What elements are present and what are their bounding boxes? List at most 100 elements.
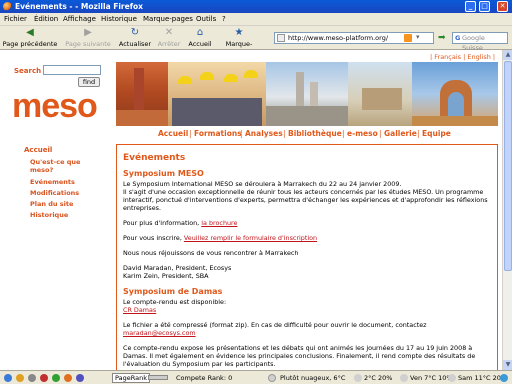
contact-email-link[interactable]: maradan@ecosys.com	[123, 329, 196, 337]
topnav-separator: |	[240, 129, 243, 138]
menu-historique[interactable]: Historique	[101, 15, 137, 23]
status-bar: PageRank Compete Rank: 0 Plutôt nuageux,…	[0, 370, 512, 384]
meso-logo: meso	[12, 87, 98, 125]
sidebar-head-accueil[interactable]: Accueil	[24, 146, 52, 154]
topnav-formations[interactable]: Formations	[194, 129, 242, 138]
signatures: David Maradan, President, Ecosys Karim Z…	[123, 264, 491, 280]
favicon-icon	[277, 34, 285, 42]
sidebar-item-quest-ce-que-meso[interactable]: Qu'est-ce que meso?	[30, 158, 88, 174]
paragraph: Le compte-rendu est disponible:	[123, 298, 227, 306]
topnav-bibliotheque[interactable]: Bibliothèque	[288, 129, 342, 138]
status-addon-icon	[16, 374, 24, 382]
brochure-link[interactable]: la brochure	[201, 219, 237, 227]
weather-forecast-1[interactable]: 2°C 20%	[364, 374, 392, 382]
weather-cloud-icon	[268, 374, 276, 382]
signature-line: Karim Zein, President, SBA	[123, 272, 209, 280]
home-label: Accueil	[188, 40, 212, 48]
forward-arrow-icon: ▶	[84, 27, 92, 38]
topnav-gallerie[interactable]: Gallerie	[384, 129, 417, 138]
menu-outils[interactable]: Outils	[196, 15, 216, 23]
scroll-down-icon[interactable]: ▼	[503, 360, 512, 370]
paragraph: Nous nous réjouissons de vous rencontrer…	[123, 249, 299, 257]
pagerank-badge[interactable]: PageRank	[112, 373, 150, 383]
rss-feed-icon[interactable]	[404, 34, 412, 42]
go-icon[interactable]: ➡	[438, 33, 448, 43]
home-icon: ⌂	[196, 27, 204, 38]
maximize-button[interactable]: □	[479, 1, 490, 12]
signature-line: David Maradan, President, Ecosys	[123, 264, 232, 272]
status-addon-icon	[40, 374, 48, 382]
stop-button[interactable]: ✕ Arrêter	[155, 27, 183, 48]
banner-photo-workers	[168, 62, 266, 126]
status-addon-icon	[76, 374, 84, 382]
stop-label: Arrêter	[157, 40, 181, 48]
topnav-equipe[interactable]: Equipe	[422, 129, 451, 138]
topnav-separator: |	[283, 129, 286, 138]
scroll-thumb[interactable]	[504, 61, 512, 271]
minimize-button[interactable]: _	[465, 1, 476, 12]
status-globe-icon	[4, 374, 12, 382]
close-button[interactable]: ✕	[497, 1, 508, 12]
site-search-input[interactable]	[43, 65, 101, 75]
status-addon-icon	[64, 374, 72, 382]
page-title: Evénements	[123, 153, 186, 163]
vertical-scrollbar[interactable]: ▲ ▼	[502, 50, 512, 370]
topnav-separator: |	[342, 129, 345, 138]
back-label: Page précédente	[2, 40, 58, 48]
search-label: Search	[14, 67, 42, 75]
topnav-e-meso[interactable]: e-meso	[347, 129, 378, 138]
forward-label: Page suivante	[65, 40, 111, 48]
home-button[interactable]: ⌂ Accueil	[186, 27, 214, 48]
topnav-separator: |	[417, 129, 420, 138]
menubar: Fichier Édition Affichage Historique Mar…	[0, 13, 512, 26]
forward-button[interactable]: ▶ Page suivante	[62, 27, 114, 48]
topnav-accueil[interactable]: Accueil	[158, 129, 188, 138]
weather-icon	[354, 374, 362, 382]
weather-current[interactable]: Plutôt nuageux, 6°C	[280, 374, 345, 382]
menu-affichage[interactable]: Affichage	[63, 15, 96, 23]
weather-icon	[448, 374, 456, 382]
sidebar-item-historique[interactable]: Historique	[30, 211, 68, 219]
menu-edition[interactable]: Édition	[34, 15, 58, 23]
find-button[interactable]: find	[78, 77, 100, 87]
status-tray-icon	[500, 374, 508, 382]
banner-photos	[116, 62, 498, 126]
sidebar-item-evenements[interactable]: Evénements	[30, 178, 75, 186]
weather-forecast-2[interactable]: Ven 7°C 10%	[410, 374, 453, 382]
sidebar-item-modifications[interactable]: Modifications	[30, 189, 79, 197]
menu-marque-pages[interactable]: Marque-pages	[143, 15, 193, 23]
bookmarks-icon: ★	[234, 27, 244, 38]
back-arrow-icon: ◀	[26, 27, 34, 38]
status-addon-icon	[28, 374, 36, 382]
url-dropdown-icon[interactable]: ▾	[416, 33, 420, 41]
language-switcher[interactable]: | Français | English |	[430, 53, 495, 61]
reload-button[interactable]: ↻ Actualiser	[118, 27, 152, 48]
registration-form-link[interactable]: Veuillez remplir le formulaire d'inscrip…	[184, 234, 317, 242]
paragraph: Pour plus d'information, la brochure	[123, 219, 491, 227]
scroll-up-icon[interactable]: ▲	[503, 50, 512, 60]
window-titlebar: Evénements - - Mozilla Firefox _ □ ✕	[0, 0, 512, 13]
sidebar-item-plan-du-site[interactable]: Plan du site	[30, 200, 73, 208]
paragraph: CR Damas	[123, 306, 491, 314]
paragraph: Pour vous inscrire, Veuillez remplir le …	[123, 234, 491, 242]
file-note: Le fichier a été compressé (format zip).…	[123, 321, 427, 329]
section-title-symposium-meso: Symposium MESO	[123, 169, 204, 178]
topnav-separator: |	[379, 129, 382, 138]
compete-rank[interactable]: Compete Rank: 0	[176, 374, 232, 382]
banner-photo-factory	[266, 62, 348, 126]
window-title: Evénements - - Mozilla Firefox	[15, 2, 143, 11]
menu-help[interactable]: ?	[222, 15, 226, 23]
nav-toolbar: ◀ Page précédente ▶ Page suivante ↻ Actu…	[0, 26, 512, 56]
back-button[interactable]: ◀ Page précédente	[2, 27, 58, 48]
reload-label: Actualiser	[118, 40, 152, 48]
status-addon-icon	[52, 374, 60, 382]
topnav-analyses[interactable]: Analyses	[245, 129, 283, 138]
url-text: http://www.meso-platform.org/	[288, 34, 389, 42]
menu-fichier[interactable]: Fichier	[4, 15, 27, 23]
firefox-icon	[3, 2, 12, 11]
cr-damas-link[interactable]: CR Damas	[123, 306, 156, 314]
search-engine-box[interactable]: G Google Suisse	[452, 32, 508, 52]
main-content: Evénements Symposium MESO Le Symposium I…	[116, 144, 498, 370]
topnav-separator: |	[189, 129, 192, 138]
banner-photo-gate	[412, 62, 498, 126]
